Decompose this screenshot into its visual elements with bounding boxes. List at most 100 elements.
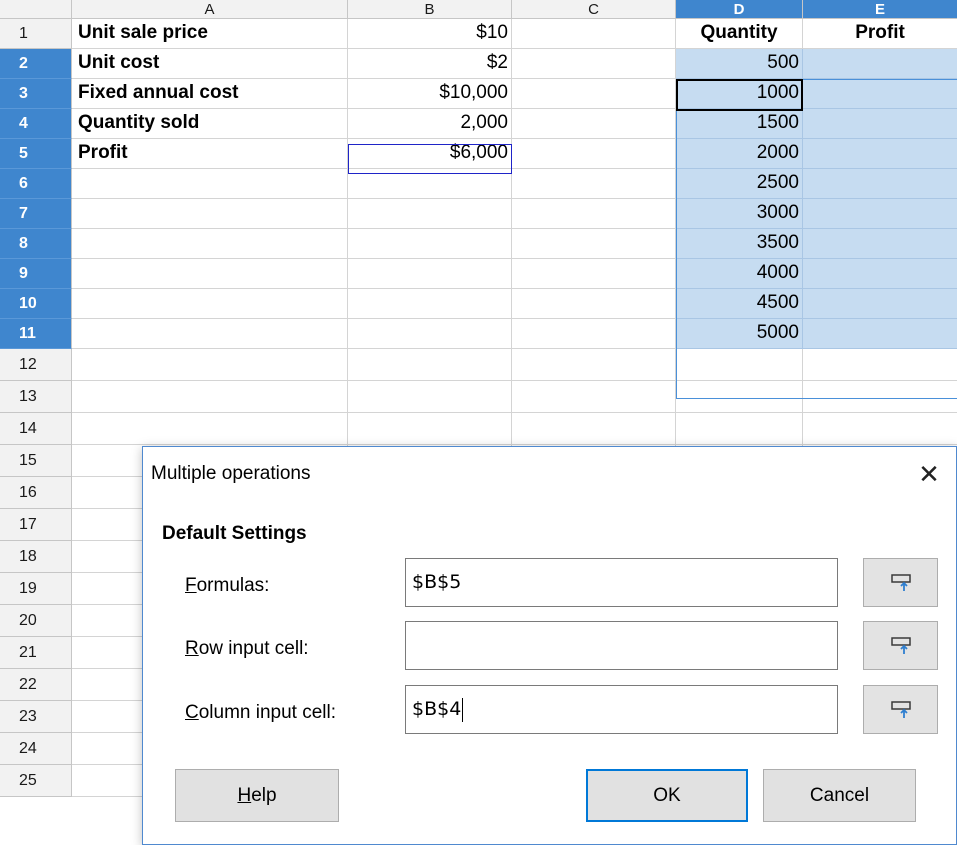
cell-c5[interactable] bbox=[512, 139, 676, 169]
cell-c10[interactable] bbox=[512, 289, 676, 319]
row-header-17[interactable]: 17 bbox=[0, 509, 72, 541]
cell-b14[interactable] bbox=[348, 413, 512, 445]
row-header-24[interactable]: 24 bbox=[0, 733, 72, 765]
row-header-4[interactable]: 4 bbox=[0, 109, 72, 139]
cell-d10[interactable]: 4500 bbox=[676, 289, 803, 319]
select-all-corner[interactable] bbox=[0, 0, 72, 19]
cell-e7[interactable] bbox=[803, 199, 957, 229]
cell-e6[interactable] bbox=[803, 169, 957, 199]
cell-e9[interactable] bbox=[803, 259, 957, 289]
row-header-16[interactable]: 16 bbox=[0, 477, 72, 509]
cell-d8[interactable]: 3500 bbox=[676, 229, 803, 259]
cell-d1[interactable]: Quantity bbox=[676, 19, 803, 49]
cell-b3[interactable]: $10,000 bbox=[348, 79, 512, 109]
column-input-shrink-button[interactable] bbox=[863, 685, 938, 734]
row-header-7[interactable]: 7 bbox=[0, 199, 72, 229]
row-header-9[interactable]: 9 bbox=[0, 259, 72, 289]
formulas-shrink-button[interactable] bbox=[863, 558, 938, 607]
cell-c2[interactable] bbox=[512, 49, 676, 79]
help-button[interactable]: Help bbox=[175, 769, 339, 822]
cell-c6[interactable] bbox=[512, 169, 676, 199]
cell-d5[interactable]: 2000 bbox=[676, 139, 803, 169]
row-header-8[interactable]: 8 bbox=[0, 229, 72, 259]
row-header-11[interactable]: 11 bbox=[0, 319, 72, 349]
cell-e5[interactable] bbox=[803, 139, 957, 169]
cell-a2[interactable]: Unit cost bbox=[72, 49, 348, 79]
cell-a8[interactable] bbox=[72, 229, 348, 259]
column-header-b[interactable]: B bbox=[348, 0, 512, 19]
cell-e8[interactable] bbox=[803, 229, 957, 259]
cell-b10[interactable] bbox=[348, 289, 512, 319]
row-header-19[interactable]: 19 bbox=[0, 573, 72, 605]
cell-d13[interactable] bbox=[676, 381, 803, 413]
cell-e4[interactable] bbox=[803, 109, 957, 139]
cell-a7[interactable] bbox=[72, 199, 348, 229]
cell-c8[interactable] bbox=[512, 229, 676, 259]
cell-c9[interactable] bbox=[512, 259, 676, 289]
column-header-c[interactable]: C bbox=[512, 0, 676, 19]
cancel-button[interactable]: Cancel bbox=[763, 769, 916, 822]
cell-b4[interactable]: 2,000 bbox=[348, 109, 512, 139]
row-header-23[interactable]: 23 bbox=[0, 701, 72, 733]
cell-e14[interactable] bbox=[803, 413, 957, 445]
cell-b2[interactable]: $2 bbox=[348, 49, 512, 79]
cell-b5[interactable]: $6,000 bbox=[348, 139, 512, 169]
cell-e13[interactable] bbox=[803, 381, 957, 413]
cell-c3[interactable] bbox=[512, 79, 676, 109]
cell-a9[interactable] bbox=[72, 259, 348, 289]
cell-a10[interactable] bbox=[72, 289, 348, 319]
row-header-5[interactable]: 5 bbox=[0, 139, 72, 169]
cell-d6[interactable]: 2500 bbox=[676, 169, 803, 199]
row-header-10[interactable]: 10 bbox=[0, 289, 72, 319]
row-header-22[interactable]: 22 bbox=[0, 669, 72, 701]
cell-b11[interactable] bbox=[348, 319, 512, 349]
cell-c11[interactable] bbox=[512, 319, 676, 349]
cell-c14[interactable] bbox=[512, 413, 676, 445]
column-header-e[interactable]: E bbox=[803, 0, 957, 19]
cell-c7[interactable] bbox=[512, 199, 676, 229]
cell-a14[interactable] bbox=[72, 413, 348, 445]
cell-a12[interactable] bbox=[72, 349, 348, 381]
row-header-2[interactable]: 2 bbox=[0, 49, 72, 79]
cell-e10[interactable] bbox=[803, 289, 957, 319]
column-header-a[interactable]: A bbox=[72, 0, 348, 19]
cell-e3[interactable] bbox=[803, 79, 957, 109]
cell-b1[interactable]: $10 bbox=[348, 19, 512, 49]
cell-b9[interactable] bbox=[348, 259, 512, 289]
close-icon[interactable]: ✕ bbox=[912, 457, 946, 491]
ok-button[interactable]: OK bbox=[586, 769, 748, 822]
cell-a4[interactable]: Quantity sold bbox=[72, 109, 348, 139]
formulas-input[interactable]: $B$5 bbox=[405, 558, 838, 607]
cell-a1[interactable]: Unit sale price bbox=[72, 19, 348, 49]
row-header-18[interactable]: 18 bbox=[0, 541, 72, 573]
cell-d14[interactable] bbox=[676, 413, 803, 445]
cell-a13[interactable] bbox=[72, 381, 348, 413]
row-header-13[interactable]: 13 bbox=[0, 381, 72, 413]
cell-d12[interactable] bbox=[676, 349, 803, 381]
row-header-20[interactable]: 20 bbox=[0, 605, 72, 637]
cell-b13[interactable] bbox=[348, 381, 512, 413]
column-input-cell-input[interactable]: $B$4 bbox=[405, 685, 838, 734]
cell-d9[interactable]: 4000 bbox=[676, 259, 803, 289]
row-header-6[interactable]: 6 bbox=[0, 169, 72, 199]
cell-e1[interactable]: Profit bbox=[803, 19, 957, 49]
cell-b12[interactable] bbox=[348, 349, 512, 381]
cell-c1[interactable] bbox=[512, 19, 676, 49]
row-header-25[interactable]: 25 bbox=[0, 765, 72, 797]
cell-d2[interactable]: 500 bbox=[676, 49, 803, 79]
cell-a5[interactable]: Profit bbox=[72, 139, 348, 169]
cell-a3[interactable]: Fixed annual cost bbox=[72, 79, 348, 109]
cell-a6[interactable] bbox=[72, 169, 348, 199]
cell-e2[interactable] bbox=[803, 49, 957, 79]
cell-d3[interactable]: 1000 bbox=[676, 79, 803, 109]
cell-d4[interactable]: 1500 bbox=[676, 109, 803, 139]
row-input-cell-input[interactable] bbox=[405, 621, 838, 670]
cell-d7[interactable]: 3000 bbox=[676, 199, 803, 229]
column-header-d[interactable]: D bbox=[676, 0, 803, 19]
cell-d11[interactable]: 5000 bbox=[676, 319, 803, 349]
row-header-21[interactable]: 21 bbox=[0, 637, 72, 669]
row-header-3[interactable]: 3 bbox=[0, 79, 72, 109]
cell-e11[interactable] bbox=[803, 319, 957, 349]
row-header-1[interactable]: 1 bbox=[0, 19, 72, 49]
row-header-15[interactable]: 15 bbox=[0, 445, 72, 477]
